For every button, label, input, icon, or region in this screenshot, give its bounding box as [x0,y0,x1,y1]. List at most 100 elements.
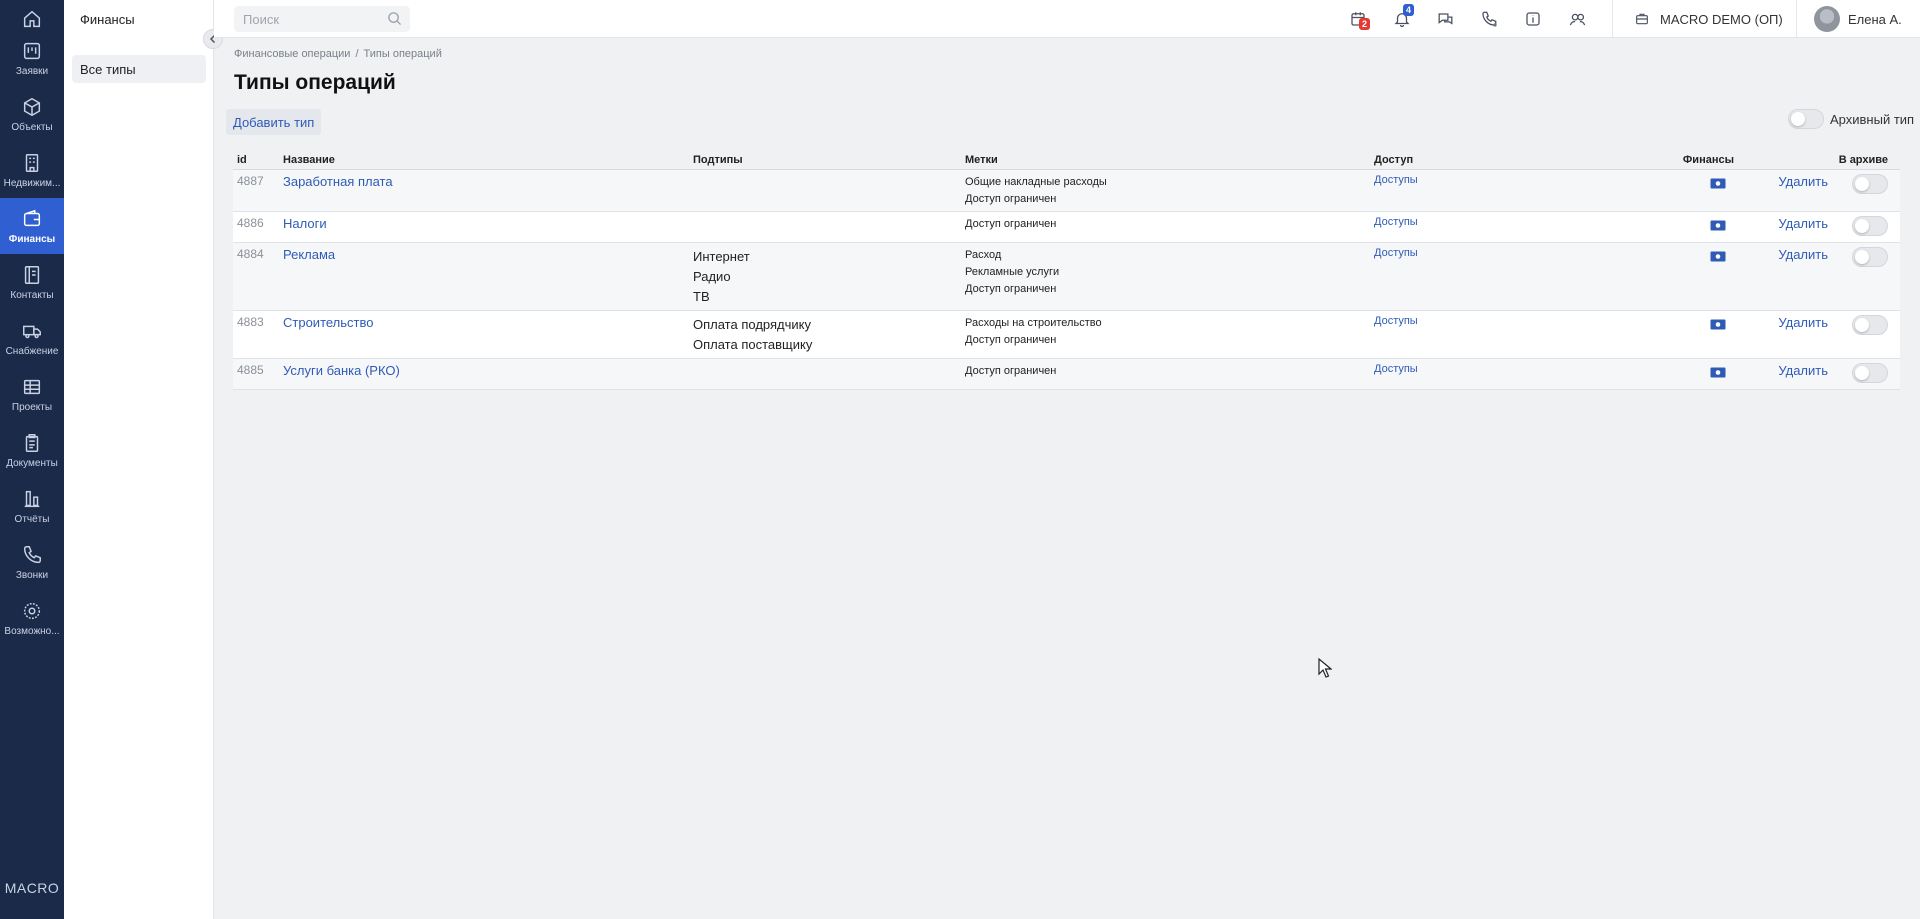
topbar-divider [1612,0,1613,38]
archive-type-toggle[interactable] [1788,109,1824,129]
search-box [234,6,410,32]
table-header-row: id Название Подтипы Метки Доступ Финансы… [233,152,1900,170]
type-name-link[interactable]: Строительство [283,315,373,330]
rail-item-features[interactable]: Возможно... [0,590,64,646]
row-id: 4884 [233,242,279,311]
user-menu[interactable]: Елена А. [1814,0,1902,38]
rail-item-label: Звонки [15,569,49,581]
tag-item: Расход [965,248,1002,261]
home-icon [23,10,41,28]
row-tags: Общие накладные расходы Доступ ограничен [961,169,1370,212]
breadcrumb: Финансовые операции / Типы операций [234,48,442,60]
breadcrumb-item-operation-types: Типы операций [363,48,442,60]
operation-types-table: id Название Подтипы Метки Доступ Финансы… [233,152,1900,390]
rail-item-label: Отчёты [14,513,50,525]
access-link[interactable]: Доступы [1374,363,1418,375]
rail-item-realty[interactable]: Недвижим... [0,142,64,198]
row-subtypes: Оплата подрядчику Оплата поставщику [689,310,961,359]
briefcase-icon [1636,13,1648,25]
column-header-subtypes: Подтипы [689,152,961,170]
rail-item-finance[interactable]: Финансы [0,198,64,254]
tag-item: Доступ ограничен [965,282,1057,295]
users-icon [1569,13,1585,25]
calls-button[interactable] [1478,8,1500,30]
money-icon[interactable] [1710,177,1726,192]
row-tags: Расход Рекламные услуги Доступ ограничен [961,242,1370,311]
access-link[interactable]: Доступы [1374,216,1418,228]
rail-item-reports[interactable]: Отчёты [0,478,64,534]
info-button[interactable] [1522,8,1544,30]
row-subtypes: Интернет Радио ТВ [689,242,961,311]
subnav-item-all-types[interactable]: Все типы [72,55,206,83]
type-name-link[interactable]: Услуги банка (РКО) [283,363,400,378]
cube-icon [23,97,41,116]
building-icon [25,153,39,172]
row-subtypes [689,358,961,390]
delete-link[interactable]: Удалить [1778,363,1828,378]
type-name-link[interactable]: Налоги [283,216,327,231]
users-button[interactable] [1566,8,1588,30]
rail-item-projects[interactable]: Проекты [0,366,64,422]
column-header-id[interactable]: id [233,152,279,170]
column-header-tags: Метки [961,152,1370,170]
row-tags: Доступ ограничен [961,358,1370,390]
archive-type-filter: Архивный тип [1788,109,1914,129]
user-name: Елена А. [1848,11,1902,27]
archived-toggle[interactable] [1852,246,1888,267]
access-link[interactable]: Доступы [1374,247,1418,259]
access-link[interactable]: Доступы [1374,315,1418,327]
column-header-name[interactable]: Название [279,152,689,170]
search-icon[interactable] [387,11,402,26]
bar-chart-icon [24,490,40,507]
delete-link[interactable]: Удалить [1778,174,1828,189]
brand-logo: MACRO [4,880,60,896]
add-type-button[interactable]: Добавить тип [226,109,322,135]
rail-item-documents[interactable]: Документы [0,422,64,478]
archived-toggle[interactable] [1852,314,1888,335]
access-link[interactable]: Доступы [1374,174,1418,186]
subtype-item: Оплата поставщику [693,336,813,352]
clipboard-icon [25,433,39,452]
breadcrumb-item-financial-operations[interactable]: Финансовые операции [234,48,350,60]
delete-link[interactable]: Удалить [1778,216,1828,231]
table-row: 4887 Заработная плата Общие накладные ра… [233,169,1900,212]
type-name-link[interactable]: Заработная плата [283,174,393,189]
search-input[interactable] [234,11,374,27]
rail-item-supply[interactable]: Снабжение [0,310,64,366]
notifications-button[interactable]: 4 [1391,4,1415,30]
info-icon [1526,12,1540,26]
rail-item-contacts[interactable]: Контакты [0,254,64,310]
finance-subnav: Финансы Все типы [64,0,214,919]
top-bar: 2 4 MACRO DEMO (ОП) Елена А. [214,0,1920,38]
grid-icon [23,379,41,394]
archived-toggle[interactable] [1852,215,1888,236]
rail-item-label: Объекты [11,121,53,133]
org-switcher[interactable]: MACRO DEMO (ОП) [1634,0,1783,38]
delete-link[interactable]: Удалить [1778,247,1828,262]
row-subtypes [689,169,961,212]
tag-item: Рекламные услуги [965,265,1060,278]
column-header-actions [1738,152,1832,170]
breadcrumb-separator: / [355,48,359,60]
archived-toggle[interactable] [1852,173,1888,194]
tag-item: Доступ ограничен [965,217,1057,230]
calendar-button[interactable]: 2 [1347,8,1371,30]
rail-item-calls[interactable]: Звонки [0,534,64,590]
column-header-access: Доступ [1370,152,1642,170]
rail-item-objects[interactable]: Объекты [0,86,64,142]
row-id: 4887 [233,169,279,212]
row-id: 4886 [233,211,279,243]
delete-link[interactable]: Удалить [1778,315,1828,330]
subtype-item: Оплата подрядчику [693,316,811,332]
money-icon[interactable] [1710,318,1726,333]
money-icon[interactable] [1710,219,1726,234]
chat-button[interactable] [1434,8,1456,30]
archive-type-label: Архивный тип [1830,111,1915,127]
rail-item-requests[interactable]: Заявки [0,30,64,86]
rail-item-label: Документы [6,457,58,469]
contacts-book-icon [24,265,40,284]
type-name-link[interactable]: Реклама [283,247,335,262]
archived-toggle[interactable] [1852,362,1888,383]
money-icon[interactable] [1710,250,1726,265]
money-icon[interactable] [1710,366,1726,381]
